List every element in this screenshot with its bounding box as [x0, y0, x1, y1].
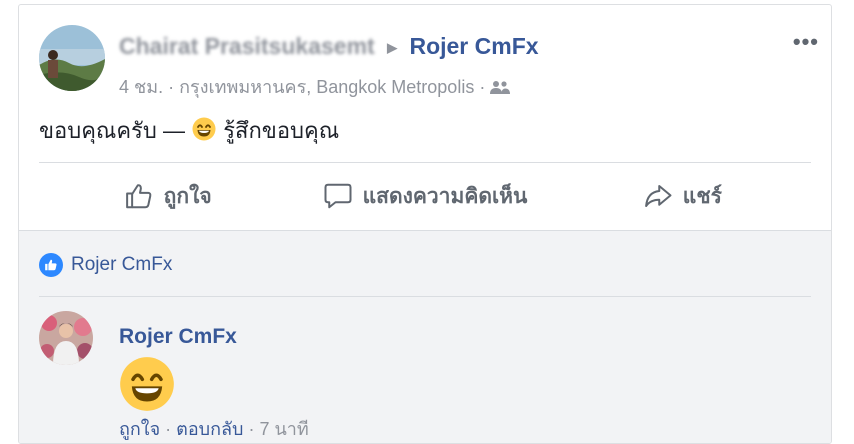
post-time[interactable]: 4 ชม.	[119, 77, 163, 97]
reactions-names[interactable]: Rojer CmFx	[71, 254, 172, 276]
author-avatar[interactable]	[39, 25, 105, 91]
post-text: ขอบคุณครับ — รู้สึกขอบคุณ	[39, 113, 339, 148]
like-label: ถูกใจ	[163, 184, 212, 208]
footer-separator: ·	[165, 419, 172, 439]
post-card: Chairat Prasitsukasemt ▶ Rojer CmFx 4 ชม…	[18, 4, 832, 444]
reactions-summary[interactable]: Rojer CmFx	[39, 253, 172, 277]
friends-privacy-icon[interactable]	[490, 80, 511, 94]
triangle-right-icon: ▶	[387, 40, 398, 55]
meta-separator: ·	[168, 77, 175, 97]
post-header: Chairat Prasitsukasemt ▶ Rojer CmFx 4 ชม…	[39, 23, 819, 97]
commenter-avatar[interactable]	[39, 311, 93, 365]
more-options-button[interactable]: •••	[793, 29, 819, 55]
author-name-blurred[interactable]: Chairat Prasitsukasemt	[119, 33, 375, 59]
target-page-link[interactable]: Rojer CmFx	[409, 33, 538, 59]
grinning-emoji-icon	[192, 117, 216, 141]
comment-label: แสดงความคิดเห็น	[362, 184, 528, 208]
post-meta: 4 ชม. · กรุงเทพมหานคร, Bangkok Metropoli…	[119, 72, 511, 101]
author-line: Chairat Prasitsukasemt ▶ Rojer CmFx	[119, 33, 539, 60]
feeling-text: รู้สึกขอบคุณ	[223, 118, 340, 143]
comment-button[interactable]: แสดงความคิดเห็น	[296, 163, 553, 229]
comment-author[interactable]: Rojer CmFx	[119, 325, 237, 349]
comment-bubble-icon	[324, 183, 352, 209]
share-arrow-icon	[644, 185, 672, 207]
share-label: แชร์	[682, 184, 722, 208]
post-location[interactable]: กรุงเทพมหานคร, Bangkok Metropolis	[179, 77, 474, 97]
post-message: ขอบคุณครับ —	[39, 118, 185, 143]
share-button[interactable]: แชร์	[554, 163, 811, 229]
meta-separator: ·	[479, 77, 486, 97]
person-avatar-image	[39, 311, 93, 365]
comment-grinning-emoji-icon	[119, 356, 175, 412]
footer-separator: ·	[248, 419, 255, 439]
thumbs-up-icon	[125, 184, 152, 209]
comment-like-link[interactable]: ถูกใจ	[119, 419, 160, 439]
comments-section: Rojer CmFx Rojer CmFx ถูกใจ · ตอบกลับ · …	[19, 230, 831, 443]
landscape-avatar-image	[39, 25, 105, 91]
comment-reply-link[interactable]: ตอบกลับ	[176, 419, 243, 439]
comment-footer: ถูกใจ · ตอบกลับ · 7 นาที	[119, 414, 309, 443]
comment-time[interactable]: 7 นาที	[259, 419, 308, 439]
like-button[interactable]: ถูกใจ	[39, 163, 296, 229]
divider	[39, 296, 811, 297]
post-actions: ถูกใจ แสดงความคิดเห็น แชร์	[39, 163, 811, 229]
like-reaction-icon	[39, 253, 63, 277]
